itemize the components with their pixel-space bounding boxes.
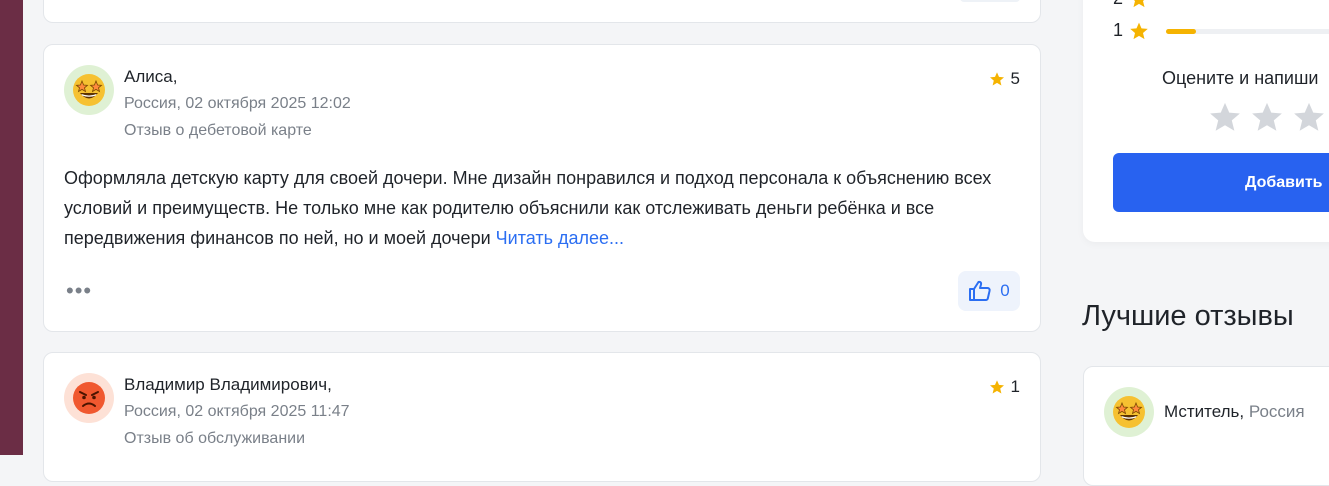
review-author: Владимир Владимирович, xyxy=(124,375,332,394)
starstruck-emoji-icon xyxy=(1113,396,1145,428)
star-icon xyxy=(989,380,1004,394)
best-review-author: Мститель, Россия xyxy=(1164,402,1305,422)
rating-distribution-row-2: 2 xyxy=(1113,0,1149,9)
rate-star-icon[interactable] xyxy=(1249,100,1285,134)
rate-star-icon[interactable] xyxy=(1291,100,1327,134)
thumbs-up-icon xyxy=(969,280,991,301)
more-options-icon[interactable]: ••• xyxy=(66,280,92,302)
star-icon xyxy=(1133,0,1145,7)
star-icon xyxy=(1130,22,1148,39)
left-decorative-stripe xyxy=(0,0,23,455)
add-review-button[interactable]: Добавить xyxy=(1113,153,1329,212)
best-review-author-name: Мститель, xyxy=(1164,402,1245,421)
review-text: Оформляла детскую карту для своей дочери… xyxy=(64,163,1014,253)
rating-value: 5 xyxy=(1010,69,1020,88)
review-subject: Отзыв об обслуживании xyxy=(124,430,306,447)
star-icon xyxy=(989,72,1004,86)
rating-level-label: 2 xyxy=(1113,0,1123,9)
like-count: 0 xyxy=(1000,281,1010,300)
read-more-link[interactable]: Читать далее... xyxy=(496,228,624,248)
review-meta: Россия, 02 октября 2025 12:02 xyxy=(124,95,351,112)
avatar xyxy=(64,65,114,115)
rating-distribution-row-1: 1 xyxy=(1113,20,1149,41)
review-card: Владимир Владимирович, Россия, 02 октябр… xyxy=(43,352,1041,482)
avatar xyxy=(64,373,114,423)
review-card: Алиса, Россия, 02 октября 2025 12:02 Отз… xyxy=(43,44,1041,332)
best-review-country: Россия xyxy=(1244,402,1305,421)
rate-star-icon[interactable] xyxy=(1207,100,1243,134)
best-reviews-title: Лучшие отзывы xyxy=(1082,300,1294,332)
review-subject: Отзыв о дебетовой карте xyxy=(124,122,312,139)
rate-prompt: Оцените и напиши xyxy=(1162,68,1319,88)
rating-level-label: 1 xyxy=(1113,20,1124,40)
like-button[interactable]: 0 xyxy=(958,271,1020,311)
previous-review-card xyxy=(43,0,1041,23)
avatar xyxy=(1104,387,1154,437)
rating-value: 1 xyxy=(1010,377,1020,396)
review-rating: 1 xyxy=(989,377,1020,397)
best-review-card[interactable]: Мститель, Россия xyxy=(1083,366,1329,486)
starstruck-emoji-icon xyxy=(73,74,105,106)
previous-like-button[interactable] xyxy=(960,0,1020,2)
angry-emoji-icon xyxy=(73,382,105,414)
rating-bar-fill xyxy=(1166,29,1196,34)
review-author: Алиса, xyxy=(124,67,178,86)
rating-bar-1 xyxy=(1166,29,1329,34)
rating-summary-card: 2 1 Оцените и напиши Добавить xyxy=(1083,0,1329,242)
review-rating: 5 xyxy=(989,69,1020,89)
review-meta: Россия, 02 октября 2025 11:47 xyxy=(124,403,350,420)
